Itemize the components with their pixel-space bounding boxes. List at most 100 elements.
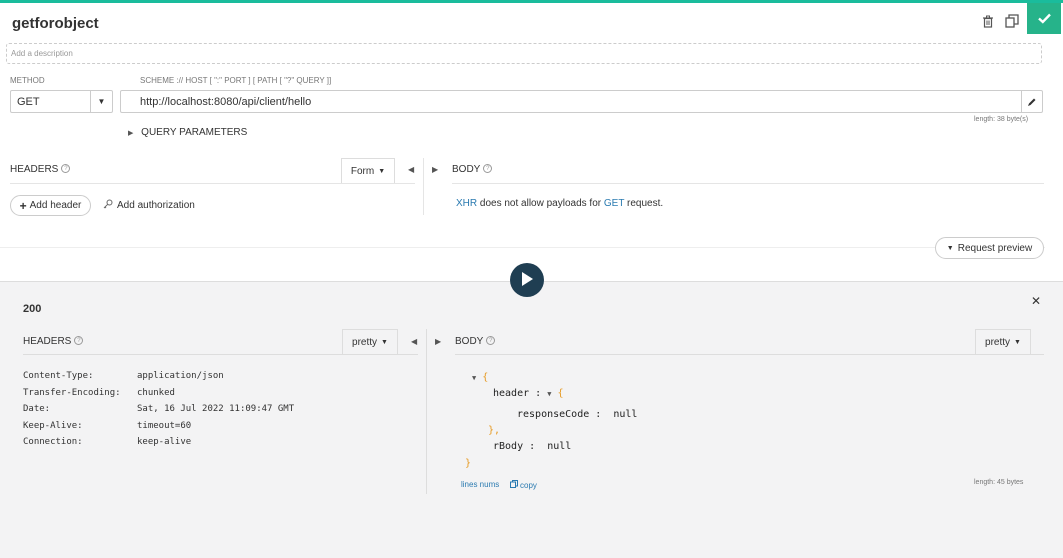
caret-down-icon: ▼ — [378, 167, 386, 175]
body-message-text: does not allow payloads for — [477, 198, 604, 209]
json-key: header : — [493, 388, 542, 399]
plus-icon: + — [19, 198, 27, 213]
help-icon[interactable]: ? — [61, 164, 71, 173]
header-value: timeout=60 — [137, 420, 192, 431]
play-icon — [520, 271, 534, 290]
close-icon[interactable]: ✕ — [1031, 294, 1041, 308]
json-root-open: ▼ { — [472, 372, 488, 383]
response-status: 200 — [23, 303, 42, 315]
get-link[interactable]: GET — [604, 198, 624, 209]
body-length: length: 45 bytes — [974, 479, 1024, 486]
json-value: null — [613, 409, 638, 420]
add-authorization-link[interactable]: Add authorization — [103, 199, 195, 212]
collapse-right-icon[interactable]: ▶ — [432, 165, 438, 174]
help-icon[interactable]: ? — [74, 336, 84, 345]
url-input[interactable]: http://localhost:8080/api/client/hello — [120, 90, 1043, 113]
headers-pretty-dropdown[interactable]: pretty ▼ — [342, 329, 398, 355]
header-value: Sat, 16 Jul 2022 11:09:47 GMT — [137, 404, 295, 415]
response-body-label: BODY — [455, 336, 484, 347]
collapse-left-icon[interactable]: ◀ — [408, 165, 414, 174]
header-value: keep-alive — [137, 437, 192, 448]
request-headers-heading: HEADERS? — [10, 164, 71, 175]
response-header-values: application/json chunked Sat, 16 Jul 202… — [137, 368, 294, 451]
request-title[interactable]: getforobject — [12, 15, 99, 32]
pretty-label: pretty — [985, 337, 1011, 348]
caret-down-icon: ▼ — [1014, 339, 1021, 346]
copy-button[interactable]: copy — [510, 480, 537, 490]
accent-top-border — [0, 0, 1063, 3]
body-message-end: request. — [624, 198, 664, 209]
header-name: Content-Type: — [23, 371, 94, 381]
request-footer-divider — [0, 247, 1045, 248]
chevron-down-icon: ▼ — [90, 91, 112, 112]
method-label: METHOD — [10, 76, 45, 85]
header-value: application/json — [137, 371, 224, 381]
json-rbody-line: rBody : null — [493, 441, 571, 452]
xhr-link[interactable]: XHR — [456, 198, 477, 209]
json-brace: { — [557, 388, 564, 399]
json-header-close: }, — [488, 425, 501, 436]
json-header-key-line: header : ▼ { — [493, 388, 563, 399]
response-header-names: Content-Type: Transfer-Encoding: Date: K… — [23, 368, 121, 451]
body-pretty-dropdown[interactable]: pretty ▼ — [975, 329, 1031, 355]
collapse-right-icon[interactable]: ▶ — [435, 337, 441, 346]
body-message: XHR does not allow payloads for GET requ… — [456, 198, 663, 209]
method-value: GET — [17, 96, 40, 108]
json-brace: { — [482, 372, 489, 383]
json-key: responseCode : — [517, 409, 602, 420]
form-label: Form — [350, 165, 375, 177]
copy-label: copy — [520, 480, 537, 490]
help-icon[interactable]: ? — [486, 336, 496, 345]
panel-separator — [423, 158, 424, 215]
json-value: null — [547, 441, 572, 452]
response-panel-separator — [426, 329, 427, 494]
key-icon — [103, 199, 113, 212]
copy-icon — [510, 480, 518, 490]
json-key: rBody : — [493, 441, 536, 452]
header-name: Transfer-Encoding: — [23, 387, 121, 398]
response-headers-heading: HEADERS? — [23, 336, 84, 347]
caret-right-icon: ▶ — [128, 130, 134, 137]
headers-form-dropdown[interactable]: Form ▼ — [341, 158, 395, 183]
collapse-toggle-icon[interactable]: ▼ — [547, 390, 551, 398]
json-response-code-line: responseCode : null — [517, 409, 637, 420]
add-authorization-label: Add authorization — [117, 200, 195, 211]
request-preview-label: Request preview — [957, 242, 1033, 254]
response-body-divider — [455, 354, 1044, 355]
add-header-label: Add header — [29, 200, 82, 211]
url-format-label: SCHEME :// HOST [ ":" PORT ] [ PATH [ "?… — [140, 76, 332, 85]
json-root-close: } — [465, 458, 472, 469]
pretty-label: pretty — [352, 337, 378, 348]
add-header-button[interactable]: + Add header — [10, 195, 91, 216]
body-divider — [452, 183, 1044, 184]
request-headers-label: HEADERS — [10, 164, 59, 175]
request-body-heading: BODY? — [452, 164, 493, 175]
collapse-toggle-icon[interactable]: ▼ — [472, 374, 476, 382]
description-field[interactable]: Add a description — [6, 43, 1042, 64]
help-icon[interactable]: ? — [483, 164, 493, 173]
response-headers-divider — [23, 354, 418, 355]
header-name: Connection: — [23, 437, 83, 448]
response-headers-label: HEADERS — [23, 336, 72, 347]
headers-divider — [10, 183, 415, 184]
response-body-heading: BODY? — [455, 336, 496, 347]
method-select[interactable]: GET ▼ — [10, 90, 113, 113]
collapse-left-icon[interactable]: ◀ — [411, 337, 417, 346]
duplicate-icon[interactable] — [1005, 14, 1019, 32]
send-request-button[interactable] — [510, 263, 544, 297]
query-parameters-toggle[interactable]: ▶ QUERY PARAMETERS — [128, 127, 247, 138]
caret-down-icon: ▼ — [946, 244, 954, 252]
header-name: Date: — [23, 404, 51, 415]
header-name: Keep-Alive: — [23, 420, 83, 431]
request-body-label: BODY — [452, 164, 481, 175]
header-value: chunked — [137, 387, 175, 398]
request-preview-button[interactable]: ▼ Request preview — [935, 237, 1044, 259]
save-check-button[interactable] — [1027, 3, 1061, 34]
check-icon — [1037, 9, 1051, 29]
query-parameters-label: QUERY PARAMETERS — [141, 127, 248, 138]
pencil-icon[interactable] — [1021, 91, 1042, 112]
lines-nums-toggle[interactable]: lines nums — [461, 480, 499, 489]
caret-down-icon: ▼ — [381, 339, 388, 346]
url-length: length: 38 byte(s) — [974, 116, 1029, 123]
trash-icon[interactable] — [982, 15, 994, 31]
